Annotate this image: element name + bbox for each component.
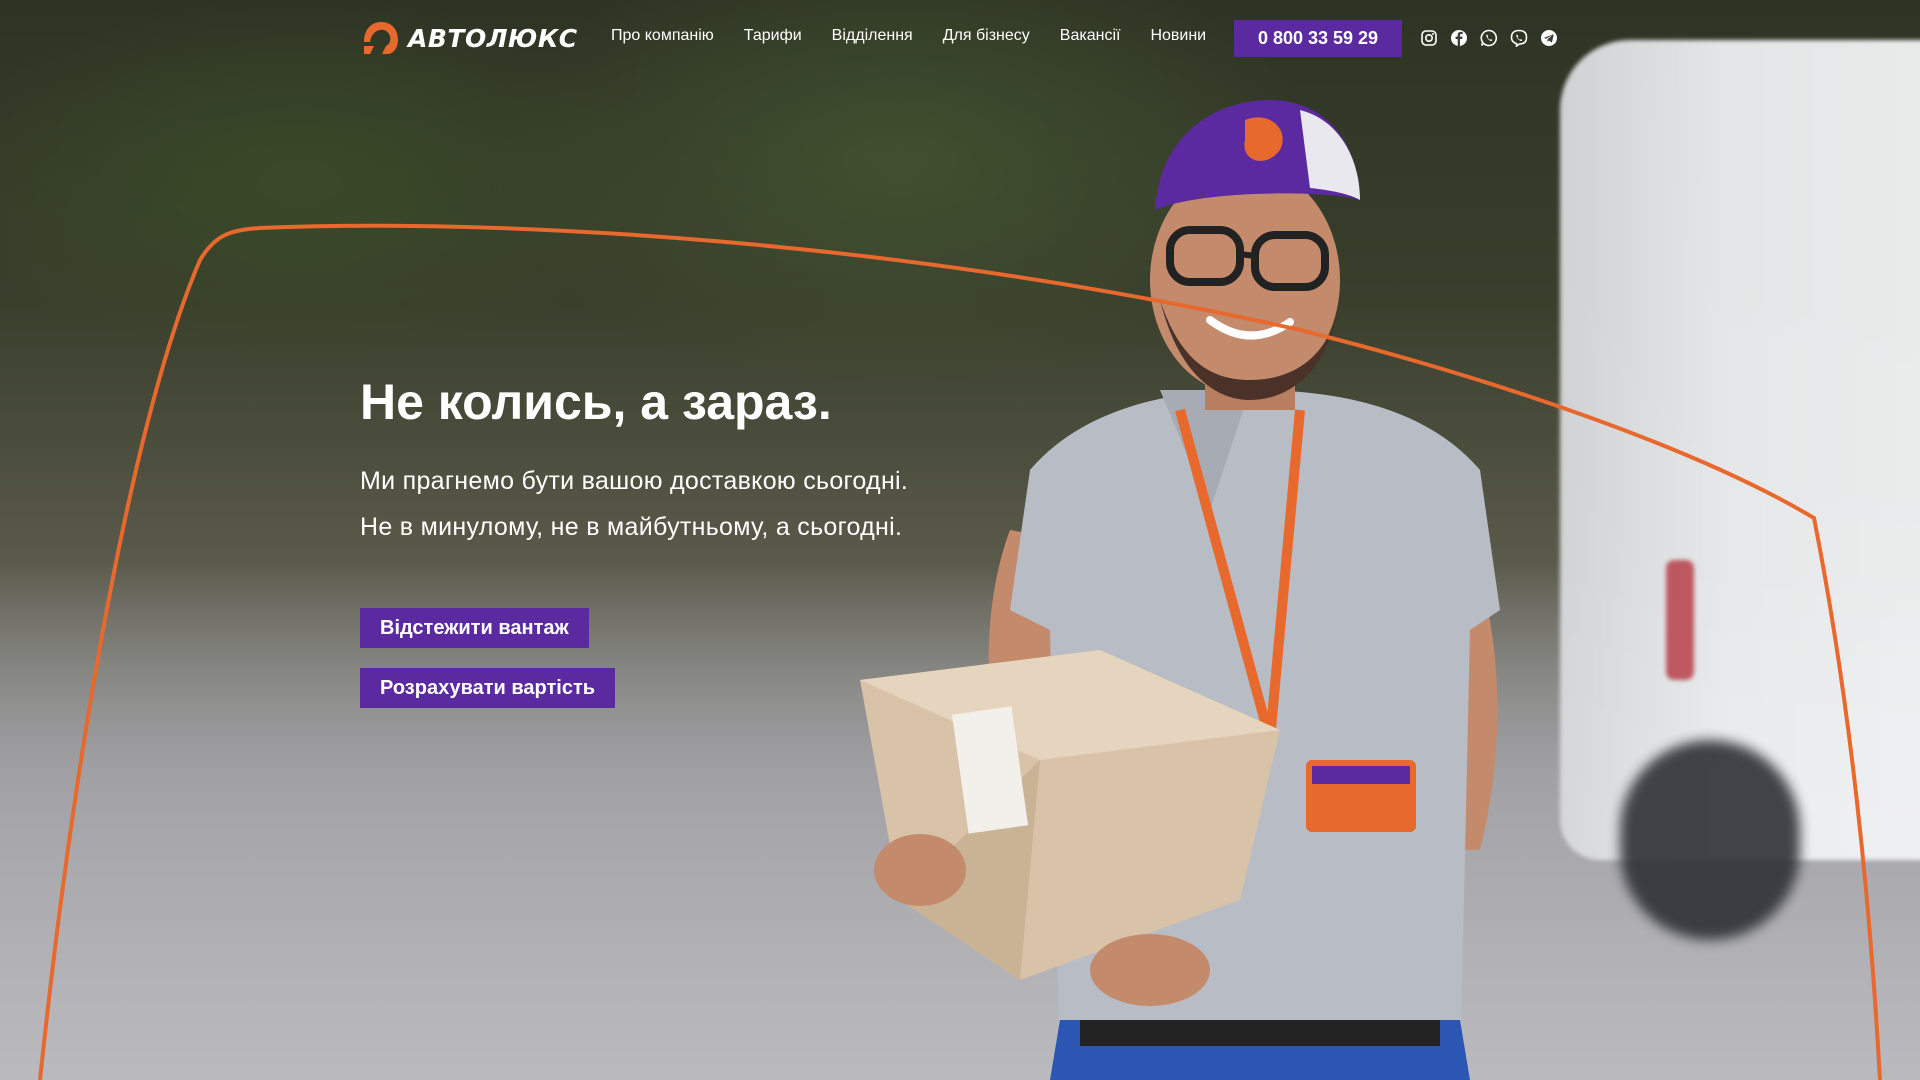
facebook-icon[interactable] xyxy=(1450,29,1468,47)
track-cargo-button[interactable]: Відстежити вантаж xyxy=(360,608,589,648)
phone-button[interactable]: 0 800 33 59 29 xyxy=(1234,20,1402,57)
social-links xyxy=(1420,29,1558,47)
hero-section: Не колись, а зараз. Ми прагнемо бути ваш… xyxy=(360,370,1080,550)
top-navigation: АВТОЛЮКС Про компанію Тарифи Відділення … xyxy=(0,0,1920,80)
hero-title: Не колись, а зараз. xyxy=(360,374,832,430)
brand-logo[interactable]: АВТОЛЮКС xyxy=(362,20,578,56)
brand-name: АВТОЛЮКС xyxy=(408,23,578,53)
hero-subtitle-line-1: Ми прагнемо бути вашою доставкою сьогодн… xyxy=(360,467,909,495)
nav-item-about[interactable]: Про компанію xyxy=(611,27,714,45)
nav-item-business[interactable]: Для бізнесу xyxy=(943,27,1030,45)
telegram-icon[interactable] xyxy=(1540,29,1558,47)
brand-mark-icon xyxy=(364,22,398,54)
nav-item-tariffs[interactable]: Тарифи xyxy=(744,27,802,45)
instagram-icon[interactable] xyxy=(1420,29,1438,47)
viber-icon[interactable] xyxy=(1510,29,1528,47)
whatsapp-icon[interactable] xyxy=(1480,29,1498,47)
hero-subtitle: Ми прагнемо бути вашою доставкою сьогодн… xyxy=(360,458,1080,550)
nav-item-news[interactable]: Новини xyxy=(1150,27,1206,45)
hero-subtitle-line-2: Не в минулому, не в майбутньому, а сього… xyxy=(360,513,903,541)
nav-item-branches[interactable]: Відділення xyxy=(832,27,913,45)
main-nav: Про компанію Тарифи Відділення Для бізне… xyxy=(611,27,1206,45)
calculate-cost-button[interactable]: Розрахувати вартість xyxy=(360,668,616,708)
page: АВТОЛЮКС Про компанію Тарифи Відділення … xyxy=(0,0,1920,1080)
nav-item-vacancies[interactable]: Вакансії xyxy=(1060,27,1121,45)
